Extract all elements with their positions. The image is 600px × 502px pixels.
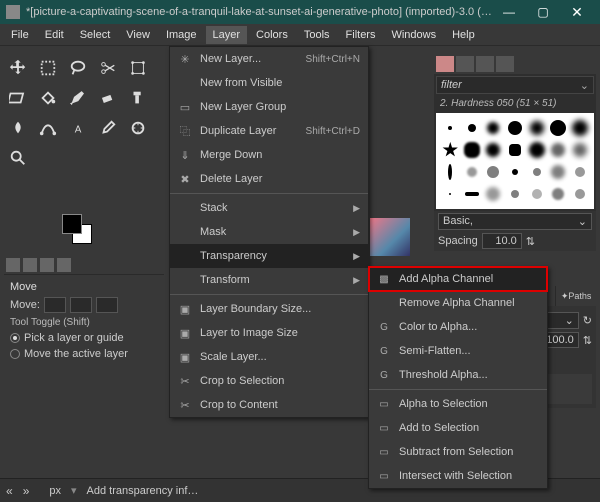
menu-item-stack[interactable]: Stack▶ — [170, 196, 368, 220]
brush-grid[interactable] — [436, 113, 594, 209]
patterns-tab[interactable] — [456, 56, 474, 72]
tool-toggle-label: Tool Toggle (Shift) — [10, 317, 158, 328]
menu-colors[interactable]: Colors — [249, 26, 295, 44]
tool-options-title: Move — [10, 281, 158, 293]
toolbox: A — [4, 54, 164, 174]
fonts-tab[interactable] — [476, 56, 494, 72]
menubar: FileEditSelectViewImageLayerColorsToolsF… — [0, 24, 600, 46]
unit-selector[interactable]: px — [49, 485, 61, 497]
menu-item-layer-to-image-size[interactable]: ▣Layer to Image Size — [170, 321, 368, 345]
picker-tool-icon[interactable] — [94, 114, 122, 142]
history-tab[interactable] — [496, 56, 514, 72]
paths-tab[interactable]: ✦Paths — [556, 286, 596, 306]
menu-edit[interactable]: Edit — [38, 26, 71, 44]
panel-icon — [57, 258, 71, 272]
text-tool-icon[interactable]: A — [64, 114, 92, 142]
menu-item-new-from-visible[interactable]: New from Visible — [170, 71, 368, 95]
transform-tool-icon[interactable] — [124, 54, 152, 82]
menu-item-scale-layer-[interactable]: ▣Scale Layer... — [170, 345, 368, 369]
zoom-tool-icon[interactable] — [4, 144, 32, 172]
move-mode-layer[interactable] — [44, 297, 66, 313]
submenu-item-intersect-with-selection[interactable]: ▭Intersect with Selection — [369, 464, 547, 488]
window-titlebar: *[picture-a-captivating-scene-of-a-tranq… — [0, 0, 600, 24]
submenu-item-semi-flatten-: GSemi-Flatten... — [369, 339, 547, 363]
opacity-spinner-icon[interactable]: ⇅ — [583, 334, 592, 347]
menu-help[interactable]: Help — [445, 26, 482, 44]
brushes-panel: filter⌄ 2. Hardness 050 (51 × 51) — [434, 54, 596, 251]
maximize-button[interactable]: ▢ — [526, 0, 560, 24]
window-title: *[picture-a-captivating-scene-of-a-tranq… — [26, 6, 492, 18]
path-tool-icon[interactable] — [34, 114, 62, 142]
menu-item-new-layer-group[interactable]: ▭New Layer Group — [170, 95, 368, 119]
app-icon — [6, 5, 20, 19]
menu-image[interactable]: Image — [159, 26, 204, 44]
submenu-item-threshold-alpha-: GThreshold Alpha... — [369, 363, 547, 387]
menu-filters[interactable]: Filters — [339, 26, 383, 44]
menu-item-mask[interactable]: Mask▶ — [170, 220, 368, 244]
menu-tools[interactable]: Tools — [297, 26, 337, 44]
layer-menu-dropdown: ✳New Layer...Shift+Ctrl+NNew from Visibl… — [169, 46, 369, 418]
move-mode-selection[interactable] — [70, 297, 92, 313]
spacing-label: Spacing — [438, 235, 478, 247]
move-tool-icon[interactable] — [4, 54, 32, 82]
nav-prev-icon[interactable]: « — [6, 484, 13, 498]
eraser-tool-icon[interactable] — [94, 84, 122, 112]
clear-filter-icon[interactable]: ⌄ — [580, 79, 589, 92]
mode-reset-icon[interactable]: ↻ — [583, 314, 592, 327]
smudge-tool-icon[interactable] — [4, 114, 32, 142]
lasso-tool-icon[interactable] — [64, 54, 92, 82]
move-label: Move: — [10, 299, 40, 311]
submenu-item-subtract-from-selection[interactable]: ▭Subtract from Selection — [369, 440, 547, 464]
menu-select[interactable]: Select — [73, 26, 118, 44]
clone-tool-icon[interactable] — [124, 84, 152, 112]
spacing-spinner-icon[interactable]: ⇅ — [526, 235, 535, 248]
workspace: A Move Move: Tool Toggle (Shift) Pick a … — [0, 46, 600, 502]
menu-item-layer-boundary-size-[interactable]: ▣Layer Boundary Size... — [170, 297, 368, 321]
radio-move-active[interactable]: Move the active layer — [10, 348, 158, 360]
brushes-tab[interactable] — [436, 56, 454, 72]
menu-view[interactable]: View — [119, 26, 157, 44]
move-mode-path[interactable] — [96, 297, 118, 313]
submenu-item-color-to-alpha-[interactable]: GColor to Alpha... — [369, 315, 547, 339]
measure-tool-icon[interactable] — [124, 114, 152, 142]
foreground-color-swatch[interactable] — [62, 214, 82, 234]
menu-item-crop-to-content[interactable]: ✂Crop to Content — [170, 393, 368, 417]
rect-select-tool-icon[interactable] — [34, 54, 62, 82]
submenu-item-add-alpha-channel[interactable]: ▩Add Alpha Channel — [369, 267, 547, 291]
status-hint: Add transparency inf… — [87, 485, 199, 497]
svg-text:A: A — [75, 125, 82, 136]
panel-icon — [6, 258, 20, 272]
menu-file[interactable]: File — [4, 26, 36, 44]
menu-item-new-layer-[interactable]: ✳New Layer...Shift+Ctrl+N — [170, 47, 368, 71]
menu-item-merge-down: ⇓Merge Down — [170, 143, 368, 167]
minimize-button[interactable]: — — [492, 0, 526, 24]
menu-windows[interactable]: Windows — [384, 26, 443, 44]
brush-tool-icon[interactable] — [64, 84, 92, 112]
menu-item-delete-layer[interactable]: ✖Delete Layer — [170, 167, 368, 191]
menu-item-duplicate-layer[interactable]: ⿻Duplicate LayerShift+Ctrl+D — [170, 119, 368, 143]
submenu-item-remove-alpha-channel: Remove Alpha Channel — [369, 291, 547, 315]
radio-pick-layer[interactable]: Pick a layer or guide — [10, 332, 158, 344]
panel-icon — [23, 258, 37, 272]
menu-item-crop-to-selection: ✂Crop to Selection — [170, 369, 368, 393]
menu-layer[interactable]: Layer — [206, 26, 248, 44]
canvas-preview — [370, 218, 410, 256]
scissors-tool-icon[interactable] — [94, 54, 122, 82]
bucket-tool-icon[interactable] — [34, 84, 62, 112]
submenu-item-add-to-selection[interactable]: ▭Add to Selection — [369, 416, 547, 440]
brush-category-select[interactable]: Basic,⌄ — [438, 213, 592, 230]
warp-tool-icon[interactable] — [4, 84, 32, 112]
submenu-item-alpha-to-selection[interactable]: ▭Alpha to Selection — [369, 392, 547, 416]
tool-options-panel: Move Move: Tool Toggle (Shift) Pick a la… — [4, 256, 164, 370]
brush-filter-input[interactable]: filter⌄ — [436, 76, 594, 94]
nav-next-icon[interactable]: » — [23, 484, 30, 498]
menu-item-transform[interactable]: Transform▶ — [170, 268, 368, 292]
spacing-value[interactable]: 10.0 — [482, 233, 522, 249]
menu-item-transparency[interactable]: Transparency▶ — [170, 244, 368, 268]
transparency-submenu: ▩Add Alpha ChannelRemove Alpha ChannelGC… — [368, 266, 548, 489]
selected-brush-name: 2. Hardness 050 (51 × 51) — [434, 96, 596, 111]
close-button[interactable]: ✕ — [560, 0, 594, 24]
panel-icon — [40, 258, 54, 272]
